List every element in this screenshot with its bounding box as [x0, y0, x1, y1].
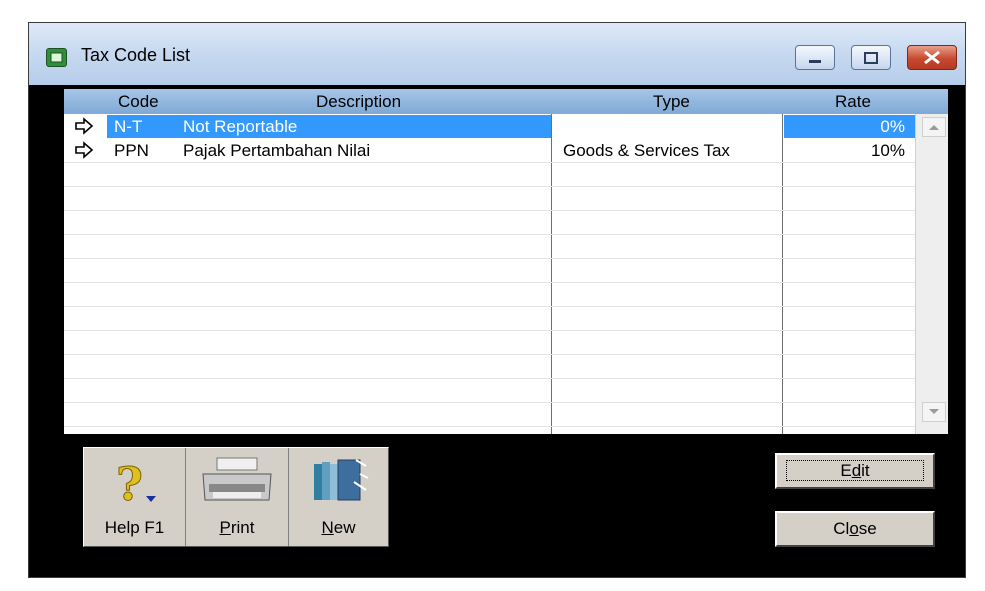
row-divider	[64, 330, 915, 331]
cell-code: PPN	[114, 141, 149, 160]
scroll-down-button[interactable]	[922, 402, 946, 422]
row-highlight	[107, 115, 551, 138]
help-button[interactable]: ? Help F1	[84, 448, 186, 546]
app-icon	[46, 48, 67, 67]
row-divider	[64, 402, 915, 403]
cell-rate: 0%	[880, 117, 905, 136]
row-divider	[64, 186, 915, 187]
column-header-rate[interactable]: Rate	[835, 92, 871, 112]
print-label: Print	[219, 518, 255, 537]
window-title: Tax Code List	[81, 45, 191, 65]
table-row[interactable]: PPN Pajak Pertambahan Nilai Goods & Serv…	[64, 139, 915, 162]
minimize-icon	[809, 60, 821, 63]
new-record-icon	[313, 459, 368, 501]
minimize-button[interactable]	[795, 45, 835, 70]
help-question-icon: ?	[115, 457, 156, 508]
table-row[interactable]: N-T Not Reportable Goods & Services Tax …	[64, 115, 915, 138]
row-divider	[64, 306, 915, 307]
column-header-description[interactable]: Description	[316, 92, 401, 112]
row-divider	[64, 162, 915, 163]
cell-code: N-T	[114, 117, 143, 136]
row-divider	[64, 378, 915, 379]
tax-code-grid: Code Description Type Rate N-T Not Repor…	[64, 89, 948, 434]
tax-code-list-window: Tax Code List Code Description Type Rate	[28, 22, 966, 578]
close-button[interactable]: Close	[775, 511, 935, 547]
row-divider	[64, 258, 915, 259]
new-label: New	[321, 518, 356, 537]
cell-rate: 10%	[870, 141, 905, 160]
cell-type: Goods & Services Tax	[563, 117, 730, 136]
edit-button[interactable]: Edit	[775, 453, 935, 489]
scroll-down-icon	[929, 409, 939, 414]
row-divider	[64, 210, 915, 211]
cell-description: Not Reportable	[183, 117, 298, 136]
window-client-area: Code Description Type Rate N-T Not Repor…	[33, 85, 948, 577]
row-divider	[64, 234, 915, 235]
toolbar: ? Help F1 Print New	[83, 447, 389, 547]
row-arrow-icon[interactable]	[74, 141, 94, 159]
window-close-button[interactable]	[907, 45, 957, 70]
help-label: Help F1	[104, 518, 165, 537]
close-icon	[924, 50, 940, 65]
maximize-icon	[864, 52, 878, 64]
row-divider	[64, 354, 915, 355]
cell-description: Pajak Pertambahan Nilai	[183, 141, 371, 160]
cell-type: Goods & Services Tax	[563, 141, 730, 160]
row-divider	[64, 282, 915, 283]
scroll-up-icon	[929, 125, 939, 130]
row-arrow-icon[interactable]	[74, 117, 94, 135]
new-button[interactable]: New	[289, 448, 388, 546]
row-divider	[64, 426, 915, 427]
printer-icon	[202, 457, 272, 501]
column-header-code[interactable]: Code	[118, 92, 159, 112]
vertical-scrollbar[interactable]	[915, 114, 948, 434]
grid-header: Code Description Type Rate	[64, 89, 948, 114]
maximize-button[interactable]	[851, 45, 891, 70]
print-button[interactable]: Print	[186, 448, 289, 546]
title-bar[interactable]: Tax Code List	[29, 23, 965, 85]
svg-text:?: ?	[116, 457, 143, 508]
scroll-up-button[interactable]	[922, 117, 946, 137]
column-header-type[interactable]: Type	[653, 92, 690, 112]
